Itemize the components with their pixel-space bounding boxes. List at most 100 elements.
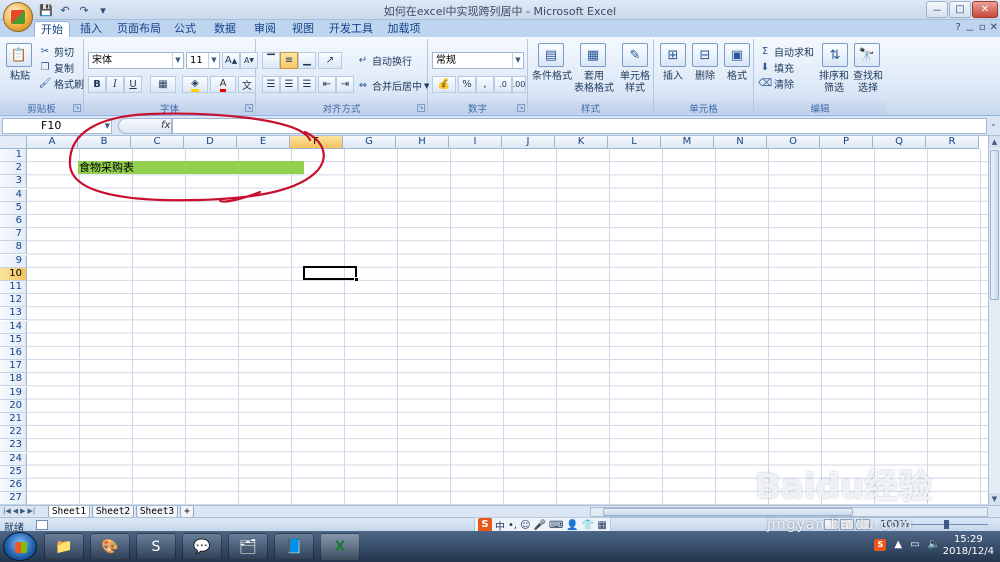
macro-record-icon[interactable]: [36, 520, 48, 530]
first-sheet-icon[interactable]: |◀: [3, 506, 11, 517]
tab-developer[interactable]: 开发工具: [326, 21, 376, 37]
toolbox-icon[interactable]: ▦: [597, 520, 606, 531]
sort-filter-button[interactable]: 排序和 筛选: [816, 71, 852, 95]
conditional-format-button[interactable]: 条件格式: [530, 71, 574, 83]
tray-sogou-icon[interactable]: S: [874, 539, 887, 551]
taskbar-sogou-icon[interactable]: S: [136, 533, 176, 560]
formula-input[interactable]: [172, 118, 987, 134]
delete-cells-button[interactable]: 删除: [690, 71, 720, 83]
row-header-21[interactable]: 21: [0, 413, 27, 426]
font-size-combo[interactable]: 11 ▼: [186, 52, 220, 69]
row-header-11[interactable]: 11: [0, 281, 27, 294]
fill-handle[interactable]: [354, 277, 359, 282]
tab-data[interactable]: 数据: [210, 21, 240, 37]
insert-cells-button[interactable]: 插入: [658, 71, 688, 83]
tab-view[interactable]: 视图: [288, 21, 318, 37]
decrease-indent-button[interactable]: ⇤: [318, 76, 336, 93]
row-header-15[interactable]: 15: [0, 333, 27, 347]
sort-filter-icon[interactable]: ⇅: [822, 43, 848, 67]
zoom-slider-knob[interactable]: [944, 520, 949, 529]
bold-button[interactable]: B: [88, 76, 106, 93]
page-break-view-button[interactable]: [856, 519, 870, 530]
row-header-20[interactable]: 20: [0, 399, 27, 413]
column-header-k[interactable]: K: [555, 136, 608, 149]
row-header-22[interactable]: 22: [0, 426, 27, 440]
column-header-b[interactable]: B: [78, 136, 131, 149]
tray-volume-icon[interactable]: 🔈: [928, 539, 940, 551]
column-header-j[interactable]: J: [502, 136, 555, 149]
row-header-16[interactable]: 16: [0, 347, 27, 360]
tab-page-layout[interactable]: 页面布局: [114, 21, 164, 37]
next-sheet-icon[interactable]: ▶: [20, 506, 25, 517]
insert-function-button[interactable]: fx: [161, 119, 170, 133]
number-format-combo[interactable]: 常规 ▼: [432, 52, 524, 69]
tray-network-icon[interactable]: ▭: [910, 539, 919, 551]
align-left-button[interactable]: ☰: [262, 76, 280, 93]
delete-cells-icon[interactable]: ⊟: [692, 43, 718, 67]
align-right-button[interactable]: ☰: [298, 76, 316, 93]
row-header-7[interactable]: 7: [0, 228, 27, 242]
row-header-14[interactable]: 14: [0, 320, 27, 334]
row-header-8[interactable]: 8: [0, 241, 27, 255]
taskbar-notes-icon[interactable]: 📘: [274, 533, 314, 560]
column-header-r[interactable]: R: [926, 136, 979, 149]
column-header-d[interactable]: D: [184, 136, 237, 149]
row-header-3[interactable]: 3: [0, 175, 27, 189]
sogou-ime-icon[interactable]: S: [478, 518, 492, 532]
row-header-26[interactable]: 26: [0, 479, 27, 492]
font-launcher-icon[interactable]: ↘: [245, 104, 253, 112]
row-header-1[interactable]: 1: [0, 149, 27, 162]
align-bottom-button[interactable]: ▁: [298, 52, 316, 69]
italic-button[interactable]: I: [106, 76, 124, 93]
grow-font-button[interactable]: A ▲: [222, 52, 240, 69]
row-header-18[interactable]: 18: [0, 373, 27, 387]
taskbar-folder-icon[interactable]: 📁: [44, 533, 84, 560]
column-header-a[interactable]: A: [27, 136, 78, 149]
paste-button[interactable]: 粘贴: [6, 71, 34, 83]
row-header-17[interactable]: 17: [0, 360, 27, 374]
horizontal-scrollbar[interactable]: [590, 507, 988, 517]
doc-restore-button[interactable]: ▫: [979, 22, 986, 37]
row-header-10[interactable]: 10: [0, 267, 27, 281]
font-name-combo[interactable]: 宋体 ▼: [88, 52, 184, 69]
last-sheet-icon[interactable]: ▶|: [28, 506, 36, 517]
paste-icon[interactable]: 📋: [6, 43, 32, 67]
row-header-6[interactable]: 6: [0, 215, 27, 228]
column-header-l[interactable]: L: [608, 136, 661, 149]
prev-sheet-icon[interactable]: ◀: [13, 506, 18, 517]
alignment-launcher-icon[interactable]: ↘: [417, 104, 425, 112]
office-button[interactable]: [3, 2, 33, 32]
normal-view-button[interactable]: [824, 519, 838, 530]
keyboard-icon[interactable]: ⌨: [549, 520, 563, 531]
scroll-up-icon[interactable]: ▲: [989, 136, 1000, 148]
row-header-23[interactable]: 23: [0, 439, 27, 453]
tab-home[interactable]: 开始: [34, 21, 70, 37]
column-header-f[interactable]: F: [290, 136, 343, 149]
column-header-m[interactable]: M: [661, 136, 714, 149]
zoom-level[interactable]: 100%: [880, 519, 909, 530]
find-select-icon[interactable]: 🔭: [854, 43, 880, 67]
row-header-24[interactable]: 24: [0, 452, 27, 466]
decrease-decimal-button[interactable]: .00: [512, 76, 526, 93]
name-box[interactable]: F10 ▼: [2, 118, 112, 134]
row-header-19[interactable]: 19: [0, 386, 27, 400]
fill-button[interactable]: ⬇ 填充: [758, 60, 794, 75]
format-as-table-icon[interactable]: ▦: [580, 43, 606, 67]
tab-formulas[interactable]: 公式: [170, 21, 200, 37]
tray-expand-icon[interactable]: ▲: [894, 539, 902, 551]
find-select-button[interactable]: 查找和 选择: [850, 71, 886, 95]
close-button[interactable]: ✕: [972, 1, 998, 18]
skin-icon[interactable]: 👕: [582, 520, 594, 531]
minimize-button[interactable]: －: [926, 1, 948, 18]
row-header-9[interactable]: 9: [0, 254, 27, 268]
insert-cells-icon[interactable]: ⊞: [660, 43, 686, 67]
font-color-button[interactable]: A: [210, 76, 236, 93]
conditional-format-icon[interactable]: ▤: [538, 43, 564, 67]
active-cell-f10[interactable]: [303, 266, 359, 282]
taskbar-explorer-icon[interactable]: 🗂: [228, 533, 268, 560]
underline-button[interactable]: U: [124, 76, 142, 93]
increase-indent-button[interactable]: ⇥: [336, 76, 354, 93]
expand-formula-bar-icon[interactable]: ⌄: [988, 119, 999, 133]
merge-center-button[interactable]: ⇔ 合并后居中 ▼: [356, 78, 430, 93]
doc-minimize-button[interactable]: －: [965, 22, 975, 37]
